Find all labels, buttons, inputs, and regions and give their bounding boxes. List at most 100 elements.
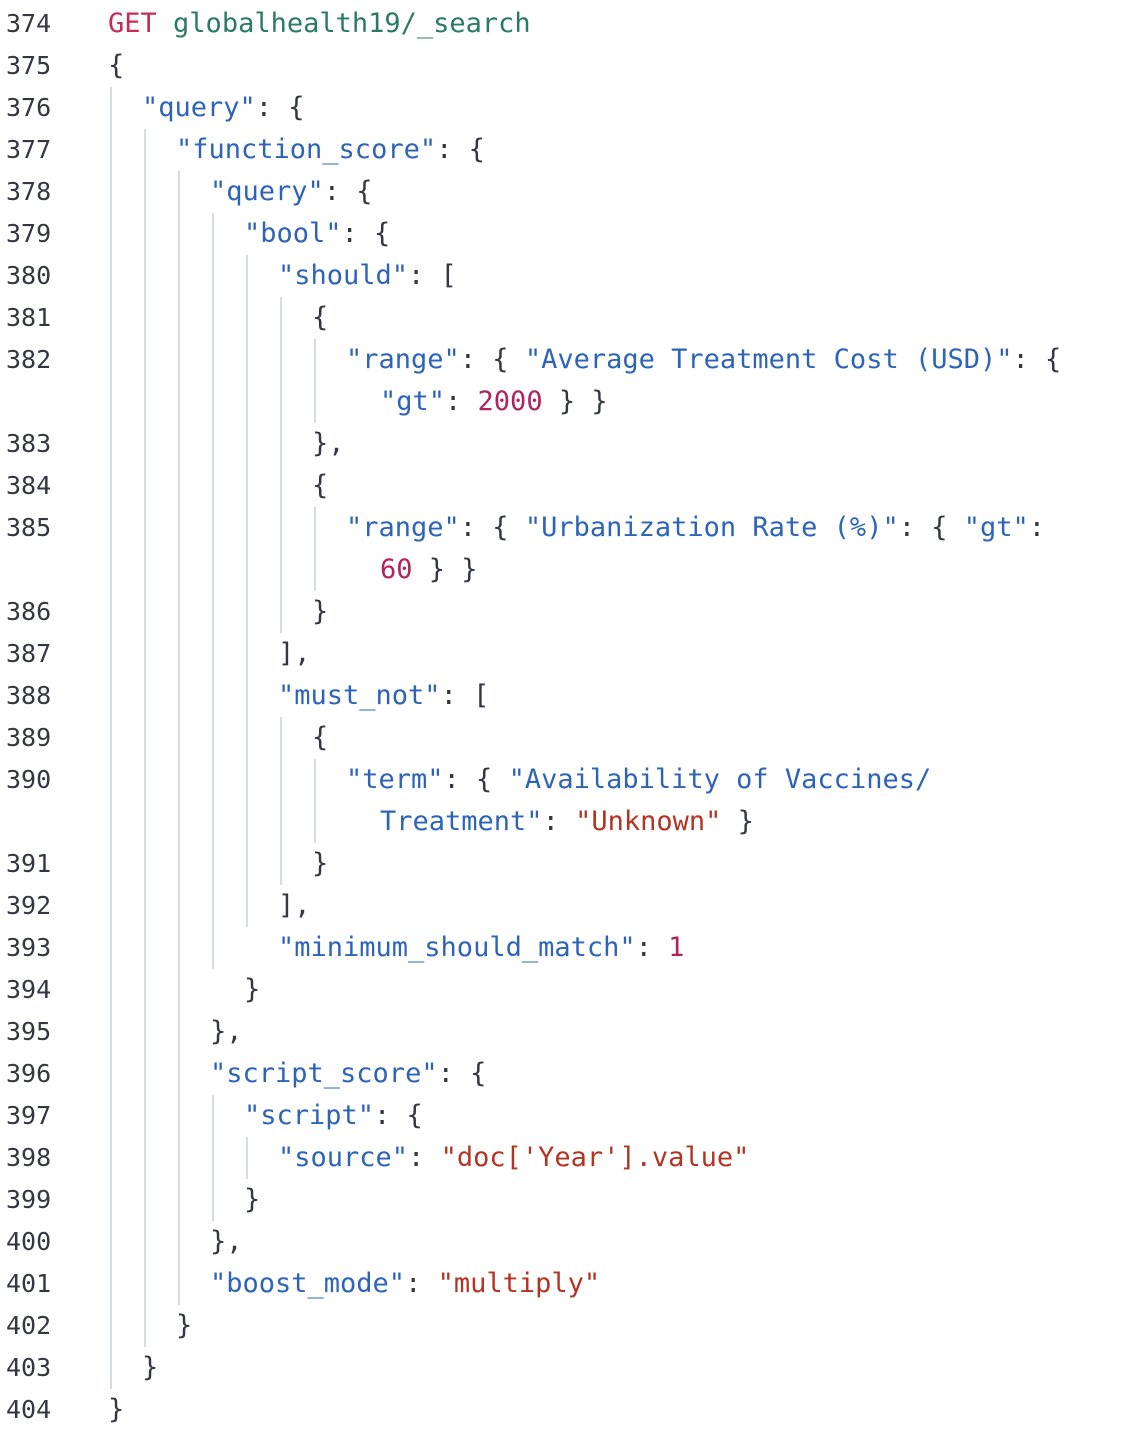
code-line[interactable]: 60 } } — [0, 549, 1148, 591]
line-number: 380 — [6, 261, 52, 290]
code-line[interactable]: 385 "range": { "Urbanization Rate (%)": {… — [0, 507, 1148, 549]
code-line[interactable]: 388 "must_not": [ — [0, 675, 1148, 717]
code-token: : { — [459, 344, 525, 375]
code-line[interactable]: 386} — [0, 591, 1148, 633]
code-token: "minimum_should_match" — [278, 932, 636, 963]
code-line[interactable]: 389 { — [0, 717, 1148, 759]
code-line[interactable]: 390 "term": { "Availability of Vaccines/ — [0, 759, 1148, 801]
code-text: "source": "doc['Year'].value" — [278, 1137, 749, 1179]
code-line[interactable]: 400}, — [0, 1221, 1148, 1263]
code-token: }, — [312, 428, 345, 459]
code-line[interactable]: 398 "source": "doc['Year'].value" — [0, 1137, 1148, 1179]
line-number: 376 — [6, 93, 52, 122]
code-token: } — [244, 1184, 261, 1215]
code-line[interactable]: 394} — [0, 969, 1148, 1011]
code-text: }, — [210, 1221, 243, 1263]
code-token: : — [1028, 512, 1046, 543]
code-token: : — [405, 1268, 438, 1299]
line-number: 391 — [6, 849, 52, 878]
code-text: } — [312, 591, 328, 633]
code-token: : { — [443, 764, 509, 795]
code-line[interactable]: 378 "query": { — [0, 171, 1148, 213]
line-number: 378 — [6, 177, 52, 206]
line-number: 394 — [6, 975, 52, 1004]
code-token: "bool" — [244, 218, 342, 249]
code-text: "term": { "Availability of Vaccines/ — [346, 759, 931, 801]
line-number: 397 — [6, 1101, 52, 1130]
code-token: "Average Treatment Cost (USD)" — [524, 344, 1013, 375]
line-number: 383 — [6, 429, 52, 458]
indent-guide — [246, 255, 248, 927]
code-text: "range": { "Urbanization Rate (%)": { "g… — [346, 507, 1045, 549]
code-token: : — [445, 386, 478, 417]
indent-guide — [314, 759, 316, 843]
code-token: { — [312, 470, 329, 501]
code-token: { — [108, 50, 125, 81]
code-token: "function_score" — [176, 134, 437, 165]
line-number: 390 — [6, 765, 52, 794]
code-line[interactable]: 377 "function_score": { — [0, 129, 1148, 171]
code-line[interactable]: 391} — [0, 843, 1148, 885]
code-line[interactable]: 395}, — [0, 1011, 1148, 1053]
code-text: "bool": { — [244, 213, 390, 255]
indent-guide — [314, 507, 316, 591]
code-text: "function_score": { — [176, 129, 485, 171]
code-text: }, — [210, 1011, 243, 1053]
indent-guide — [280, 717, 282, 885]
line-number: 374 — [6, 9, 52, 38]
code-editor[interactable]: 374 GET globalhealth19/_search 375 {376 "que… — [0, 0, 1148, 1436]
code-text: "query": { — [210, 171, 373, 213]
code-line[interactable]: Treatment": "Unknown" } — [0, 801, 1148, 843]
code-token: "source" — [278, 1142, 409, 1173]
code-line[interactable]: "gt": 2000 } } — [0, 381, 1148, 423]
code-token: : — [635, 932, 669, 963]
line-number: 388 — [6, 681, 52, 710]
line-number: 375 — [6, 51, 52, 80]
code-line[interactable]: 374 GET globalhealth19/_search — [0, 3, 1148, 45]
code-token: : { — [374, 1100, 423, 1131]
code-line[interactable]: 392], — [0, 885, 1148, 927]
line-number: 379 — [6, 219, 52, 248]
code-line[interactable]: 404} — [0, 1389, 1148, 1431]
code-line[interactable]: 387], — [0, 633, 1148, 675]
code-token: } } — [412, 554, 478, 585]
code-text: "gt": 2000 } } — [380, 381, 608, 423]
code-line[interactable]: 383}, — [0, 423, 1148, 465]
code-line[interactable]: 384 { — [0, 465, 1148, 507]
code-text: "should": [ — [278, 255, 457, 297]
code-token: : [ — [440, 680, 490, 711]
code-token: "doc['Year'].value" — [440, 1142, 750, 1173]
code-line[interactable]: 375 { — [0, 45, 1148, 87]
code-line[interactable]: 393 "minimum_should_match": 1 — [0, 927, 1148, 969]
code-text: }, — [312, 423, 345, 465]
line-number: 403 — [6, 1353, 52, 1382]
code-token: : { — [459, 512, 525, 543]
code-token: "Availability of Vaccines/ — [508, 764, 932, 795]
code-token: } } — [542, 386, 608, 417]
code-line[interactable]: 401 "boost_mode": "multiply" — [0, 1263, 1148, 1305]
code-line[interactable]: 379 "bool": { — [0, 213, 1148, 255]
code-line[interactable]: 380 "should": [ — [0, 255, 1148, 297]
indent-guide — [212, 1095, 214, 1221]
code-line[interactable]: 396 "script_score": { — [0, 1053, 1148, 1095]
code-token: : { — [437, 1058, 487, 1089]
line-number: 385 — [6, 513, 52, 542]
code-token: Treatment" — [380, 806, 543, 837]
code-token: "query" — [210, 176, 324, 207]
code-line[interactable]: 381 { — [0, 297, 1148, 339]
code-text: "must_not": [ — [278, 675, 489, 717]
code-text: "script_score": { — [210, 1053, 486, 1095]
code-text: "minimum_should_match": 1 — [278, 927, 684, 969]
code-line[interactable]: 403} — [0, 1347, 1148, 1389]
code-line[interactable]: 382 "range": { "Average Treatment Cost (U… — [0, 339, 1148, 381]
code-token: 2000 — [477, 386, 543, 417]
line-number: 399 — [6, 1185, 52, 1214]
code-token: "Urbanization Rate (%)" — [524, 512, 899, 543]
code-line[interactable]: 402} — [0, 1305, 1148, 1347]
line-number: 382 — [6, 345, 52, 374]
code-line[interactable]: 376 "query": { — [0, 87, 1148, 129]
code-line[interactable]: 399} — [0, 1179, 1148, 1221]
code-token: } — [721, 806, 754, 837]
indent-guide — [280, 297, 282, 633]
code-line[interactable]: 397 "script": { — [0, 1095, 1148, 1137]
